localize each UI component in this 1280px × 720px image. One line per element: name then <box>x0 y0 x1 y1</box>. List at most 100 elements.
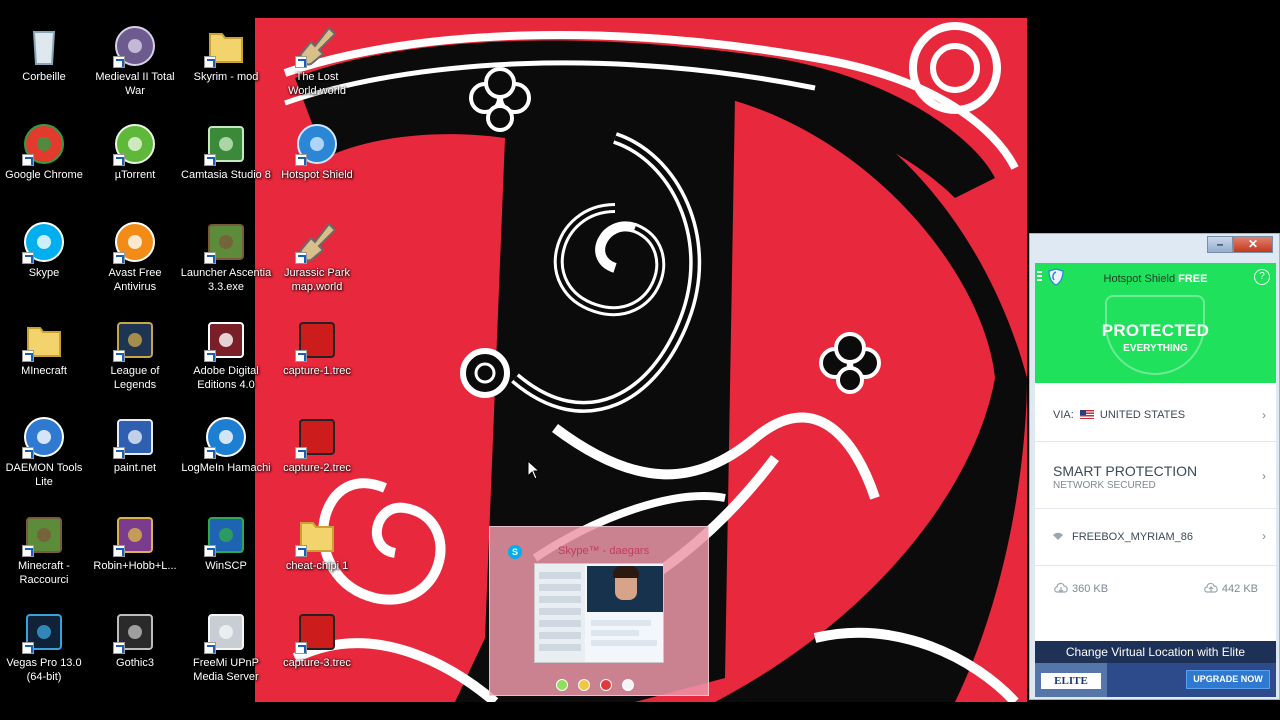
protection-scope: EVERYTHING <box>1123 343 1188 354</box>
mouse-cursor-icon <box>527 460 541 480</box>
desktop-shortcut[interactable]: Skype <box>0 220 92 312</box>
desktop-shortcut[interactable]: League of Legends <box>87 318 183 410</box>
desktop-shortcut[interactable]: Adobe Digital Editions 4.0 <box>178 318 274 410</box>
folder-icon <box>295 513 339 557</box>
trec-file-icon <box>295 415 339 459</box>
smart-protection-row[interactable]: SMART PROTECTION NETWORK SECURED › <box>1035 443 1276 509</box>
more-call-button[interactable] <box>622 679 634 691</box>
desktop-shortcut[interactable]: MInecraft <box>0 318 92 410</box>
network-row[interactable]: FREEBOX_MYRIAM_86 › <box>1035 510 1276 566</box>
shortcut-arrow-icon <box>295 154 307 166</box>
hamachi-icon <box>204 415 248 459</box>
desktop-shortcut-label: Robin+Hobb+L... <box>93 560 177 572</box>
shortcut-arrow-icon <box>295 56 307 68</box>
upgrade-now-button[interactable]: UPGRADE NOW <box>1186 670 1270 689</box>
elite-promo-banner[interactable]: ELITE Change Virtual Location with Elite… <box>1035 641 1276 697</box>
desktop-shortcut[interactable]: WinSCP <box>178 513 274 605</box>
end-call-button[interactable] <box>600 679 612 691</box>
chevron-right-icon: › <box>1262 408 1266 422</box>
desktop-shortcut-label: League of Legends <box>110 365 160 391</box>
winscp-icon <box>204 513 248 557</box>
paintnet-icon <box>113 415 157 459</box>
desktop-shortcut[interactable]: Corbeille <box>0 24 92 116</box>
help-icon[interactable]: ? <box>1254 269 1270 285</box>
desktop-shortcut-label: Adobe Digital Editions 4.0 <box>193 365 259 391</box>
desktop-shortcut-label: Hotspot Shield <box>281 169 353 181</box>
desktop-shortcut[interactable]: Google Chrome <box>0 122 92 214</box>
hotspot-shield-app: Hotspot Shield FREE ? PROTECTED EVERYTHI… <box>1035 263 1276 697</box>
shortcut-arrow-icon <box>22 350 34 362</box>
desktop-shortcut[interactable]: µTorrent <box>87 122 183 214</box>
shortcut-arrow-icon <box>204 350 216 362</box>
desktop-shortcut[interactable]: FreeMi UPnP Media Server <box>178 610 274 702</box>
adobe-de-icon <box>204 318 248 362</box>
desktop-shortcut-label: DAEMON Tools Lite <box>5 462 83 488</box>
desktop-shortcut-label: Skyrim - mod <box>193 71 259 83</box>
desktop-shortcut[interactable]: Gothic3 <box>87 610 183 702</box>
shortcut-arrow-icon <box>113 447 125 459</box>
shortcut-arrow-icon <box>113 545 125 557</box>
minecraft-block-icon <box>22 513 66 557</box>
minecraft-block-icon <box>204 220 248 264</box>
desktop-shortcut[interactable]: The Lost World.world <box>269 24 365 116</box>
vegas-icon <box>22 610 66 654</box>
desktop-shortcut[interactable]: Camtasia Studio 8 <box>178 122 274 214</box>
desktop-shortcut[interactable]: Hotspot Shield <box>269 122 365 214</box>
desktop-shortcut[interactable]: Minecraft - Raccourci <box>0 513 92 605</box>
desktop-shortcut[interactable]: Jurassic Park map.world <box>269 220 365 312</box>
chrome-icon <box>22 122 66 166</box>
desktop-shortcut-label: capture-2.trec <box>283 462 351 474</box>
shortcut-arrow-icon <box>22 154 34 166</box>
desktop-shortcut-label: cheat-chipi 1 <box>285 560 349 572</box>
desktop-shortcut[interactable]: Avast Free Antivirus <box>87 220 183 312</box>
via-label: VIA: <box>1053 409 1074 421</box>
desktop-shortcut[interactable]: capture-1.trec <box>269 318 365 410</box>
preview-thumbnail[interactable] <box>534 563 664 663</box>
shortcut-arrow-icon <box>204 545 216 557</box>
desktop-shortcut[interactable]: Vegas Pro 13.0 (64-bit) <box>0 610 92 702</box>
virtual-location-row[interactable]: VIA: UNITED STATES › <box>1035 384 1276 442</box>
desktop-shortcut[interactable]: capture-3.trec <box>269 610 365 702</box>
desktop-shortcut-label: Vegas Pro 13.0 (64-bit) <box>6 657 82 683</box>
accept-call-button[interactable] <box>556 679 568 691</box>
desktop-shortcut-label: capture-3.trec <box>283 657 351 669</box>
desktop-shortcut-label: FreeMi UPnP Media Server <box>192 657 260 683</box>
wifi-icon <box>1053 532 1063 540</box>
desktop-shortcut[interactable]: Robin+Hobb+L... <box>87 513 183 605</box>
skype-taskbar-preview[interactable]: S Skype™ - daegars <box>489 526 709 696</box>
shortcut-arrow-icon <box>204 642 216 654</box>
close-button[interactable]: ✕ <box>1233 236 1273 253</box>
desktop-shortcut[interactable]: Skyrim - mod <box>178 24 274 116</box>
trec-file-icon <box>295 610 339 654</box>
network-name: FREEBOX_MYRIAM_86 <box>1072 531 1194 543</box>
skype-icon: S <box>508 545 522 559</box>
download-amount: 360 KB <box>1072 583 1109 595</box>
us-flag-icon <box>1079 410 1094 419</box>
desktop-shortcut-label: Launcher Ascentia 3.3.exe <box>180 267 272 293</box>
via-country: UNITED STATES <box>1099 409 1186 421</box>
desktop-shortcut[interactable]: cheat-chipi 1 <box>269 513 365 605</box>
minimize-button[interactable]: – <box>1207 236 1233 253</box>
trec-file-icon <box>295 318 339 362</box>
preview-title: Skype™ - daegars <box>558 545 650 557</box>
desktop-shortcut-label: Camtasia Studio 8 <box>181 169 271 181</box>
camtasia-icon <box>204 122 248 166</box>
shortcut-arrow-icon <box>113 642 125 654</box>
desktop-shortcut[interactable]: capture-2.trec <box>269 415 365 507</box>
desktop-shortcut[interactable]: Medieval II Total War <box>87 24 183 116</box>
app-title: Hotspot Shield FREE <box>1103 273 1208 285</box>
hold-call-button[interactable] <box>578 679 590 691</box>
desktop-shortcut-label: The Lost World.world <box>288 71 346 97</box>
desktop-shortcut-label: Corbeille <box>22 71 66 83</box>
shovel-icon <box>295 24 339 68</box>
desktop-shortcut[interactable]: LogMeIn Hamachi <box>178 415 274 507</box>
avast-icon <box>113 220 157 264</box>
desktop-shortcut-label: Google Chrome <box>5 169 83 181</box>
desktop-shortcut[interactable]: DAEMON Tools Lite <box>0 415 92 507</box>
desktop-shortcut[interactable]: paint.net <box>87 415 183 507</box>
desktop-shortcut-label: Avast Free Antivirus <box>108 267 162 293</box>
upload-amount: 442 KB <box>1221 583 1258 595</box>
shortcut-arrow-icon <box>113 56 125 68</box>
chevron-right-icon: › <box>1262 529 1266 543</box>
desktop-shortcut[interactable]: Launcher Ascentia 3.3.exe <box>178 220 274 312</box>
